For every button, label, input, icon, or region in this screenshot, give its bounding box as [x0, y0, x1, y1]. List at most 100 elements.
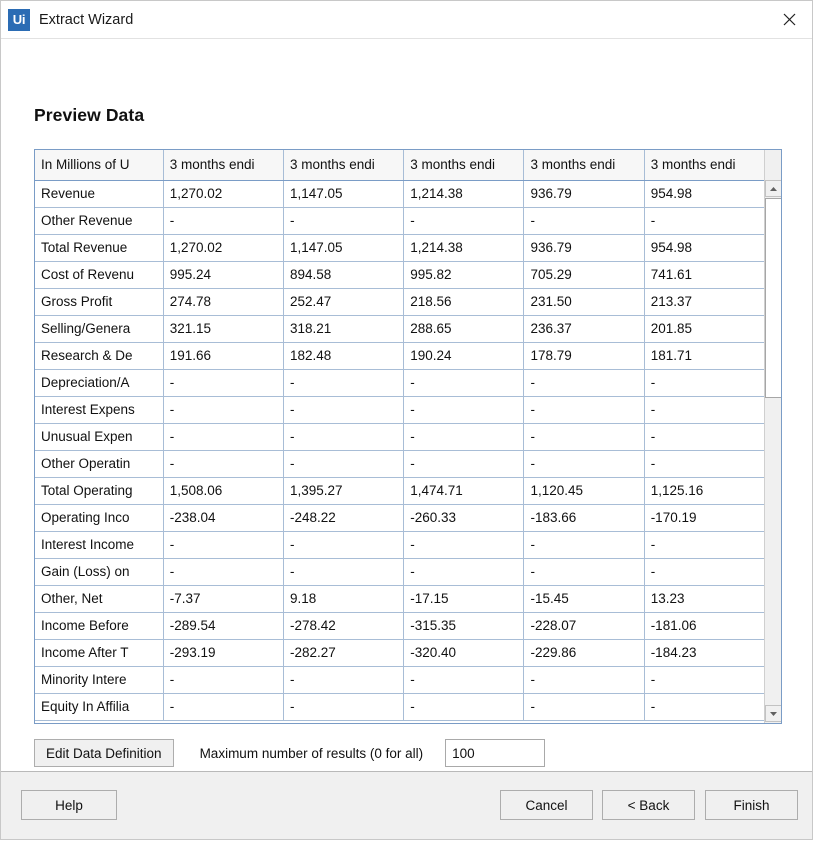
row-label-cell[interactable]: Other Operatin — [35, 450, 164, 478]
data-cell[interactable]: - — [644, 396, 764, 424]
scrollbar-thumb[interactable] — [765, 198, 781, 398]
data-cell[interactable]: 1,214.38 — [403, 180, 525, 208]
data-cell[interactable]: 1,147.05 — [283, 180, 405, 208]
data-cell[interactable]: 274.78 — [163, 288, 284, 316]
data-cell[interactable]: - — [403, 369, 525, 397]
row-label-cell[interactable]: Income Before — [35, 612, 164, 640]
data-cell[interactable]: - — [163, 369, 284, 397]
table-row[interactable]: Income After T -293.19 -282.27 -320.40 -229.… — [35, 639, 764, 667]
data-cell[interactable]: - — [644, 558, 764, 586]
data-cell[interactable]: -238.04 — [163, 504, 284, 532]
edit-data-definition-button[interactable]: Edit Data Definition — [34, 739, 174, 767]
data-cell[interactable]: -170.19 — [644, 504, 764, 532]
data-cell[interactable]: 936.79 — [523, 180, 645, 208]
row-label-cell[interactable]: Interest Expens — [35, 396, 164, 424]
data-cell[interactable]: 894.58 — [283, 261, 405, 289]
vertical-scrollbar[interactable] — [764, 150, 781, 723]
data-cell[interactable]: 995.24 — [163, 261, 284, 289]
data-cell[interactable]: 181.71 — [644, 342, 764, 370]
data-cell[interactable]: - — [163, 531, 284, 559]
data-cell[interactable]: 321.15 — [163, 315, 284, 343]
row-label-cell[interactable]: Total Operating — [35, 477, 164, 505]
data-cell[interactable]: - — [403, 423, 525, 451]
data-cell[interactable]: - — [644, 531, 764, 559]
data-cell[interactable]: - — [523, 558, 645, 586]
data-cell[interactable]: 9.18 — [283, 585, 405, 613]
data-cell[interactable]: -320.40 — [403, 639, 525, 667]
data-cell[interactable]: -15.45 — [523, 585, 645, 613]
data-cell[interactable]: 288.65 — [403, 315, 525, 343]
data-cell[interactable]: - — [163, 423, 284, 451]
data-cell[interactable]: - — [523, 693, 645, 721]
scroll-up-arrow-icon[interactable] — [765, 180, 781, 197]
data-cell[interactable]: 1,147.05 — [283, 234, 405, 262]
data-cell[interactable]: - — [523, 207, 645, 235]
row-label-cell[interactable]: Gross Profit — [35, 288, 164, 316]
data-cell[interactable]: - — [283, 423, 405, 451]
data-cell[interactable]: 236.37 — [523, 315, 645, 343]
row-label-cell[interactable]: Minority Intere — [35, 666, 164, 694]
row-label-cell[interactable]: Revenue — [35, 180, 164, 208]
table-row[interactable]: Total Operating 1,508.06 1,395.27 1,474.71 1… — [35, 477, 764, 505]
data-cell[interactable]: - — [644, 207, 764, 235]
row-label-cell[interactable]: Unusual Expen — [35, 423, 164, 451]
table-row[interactable]: Other Revenue - - - - - — [35, 207, 764, 235]
row-label-cell[interactable]: Equity In Affilia — [35, 693, 164, 721]
table-row[interactable]: Other, Net -7.37 9.18 -17.15 -15.45 13.23 — [35, 585, 764, 613]
data-cell[interactable]: - — [403, 693, 525, 721]
data-cell[interactable]: - — [163, 207, 284, 235]
column-header[interactable]: 3 months endi — [163, 150, 284, 181]
table-row[interactable]: Operating Inco -238.04 -248.22 -260.33 -183.… — [35, 504, 764, 532]
data-cell[interactable]: 318.21 — [283, 315, 405, 343]
finish-button[interactable]: Finish — [705, 790, 798, 820]
data-cell[interactable]: -289.54 — [163, 612, 284, 640]
data-cell[interactable]: 954.98 — [644, 234, 764, 262]
data-cell[interactable]: -248.22 — [283, 504, 405, 532]
data-cell[interactable]: 936.79 — [523, 234, 645, 262]
data-cell[interactable]: -183.66 — [523, 504, 645, 532]
data-cell[interactable]: -181.06 — [644, 612, 764, 640]
data-cell[interactable]: - — [403, 666, 525, 694]
data-cell[interactable]: 218.56 — [403, 288, 525, 316]
data-cell[interactable]: - — [644, 693, 764, 721]
data-cell[interactable]: - — [523, 450, 645, 478]
table-row[interactable]: Income Before -289.54 -278.42 -315.35 -228.0… — [35, 612, 764, 640]
data-cell[interactable]: 201.85 — [644, 315, 764, 343]
table-row[interactable]: Minority Intere - - - - - — [35, 666, 764, 694]
data-cell[interactable]: - — [523, 369, 645, 397]
data-cell[interactable]: - — [523, 531, 645, 559]
table-row[interactable]: Gain (Loss) on - - - - - — [35, 558, 764, 586]
close-icon[interactable] — [766, 1, 812, 37]
data-cell[interactable]: 182.48 — [283, 342, 405, 370]
data-cell[interactable]: - — [403, 396, 525, 424]
data-cell[interactable]: - — [644, 423, 764, 451]
data-cell[interactable]: -17.15 — [403, 585, 525, 613]
data-cell[interactable]: - — [283, 666, 405, 694]
data-cell[interactable]: - — [644, 369, 764, 397]
data-cell[interactable]: 191.66 — [163, 342, 284, 370]
data-cell[interactable]: - — [523, 423, 645, 451]
data-cell[interactable]: - — [163, 666, 284, 694]
data-cell[interactable]: 1,474.71 — [403, 477, 525, 505]
data-cell[interactable]: - — [403, 558, 525, 586]
column-header[interactable]: 3 months endi — [283, 150, 405, 181]
row-label-cell[interactable]: Interest Income — [35, 531, 164, 559]
data-cell[interactable]: 1,395.27 — [283, 477, 405, 505]
column-header[interactable]: 3 months endi — [523, 150, 645, 181]
data-cell[interactable]: 1,270.02 — [163, 180, 284, 208]
row-label-cell[interactable]: Selling/Genera — [35, 315, 164, 343]
row-label-cell[interactable]: Research & De — [35, 342, 164, 370]
table-row[interactable]: Total Revenue 1,270.02 1,147.05 1,214.38 936… — [35, 234, 764, 262]
data-cell[interactable]: - — [163, 558, 284, 586]
data-cell[interactable]: -278.42 — [283, 612, 405, 640]
data-cell[interactable]: 178.79 — [523, 342, 645, 370]
data-cell[interactable]: - — [283, 369, 405, 397]
data-cell[interactable]: 995.82 — [403, 261, 525, 289]
data-cell[interactable]: 1,214.38 — [403, 234, 525, 262]
column-header[interactable]: 3 months endi — [403, 150, 525, 181]
data-cell[interactable]: - — [283, 693, 405, 721]
data-cell[interactable]: 1,125.16 — [644, 477, 764, 505]
table-row[interactable]: Interest Income - - - - - — [35, 531, 764, 559]
data-cell[interactable]: - — [283, 531, 405, 559]
data-cell[interactable]: -315.35 — [403, 612, 525, 640]
